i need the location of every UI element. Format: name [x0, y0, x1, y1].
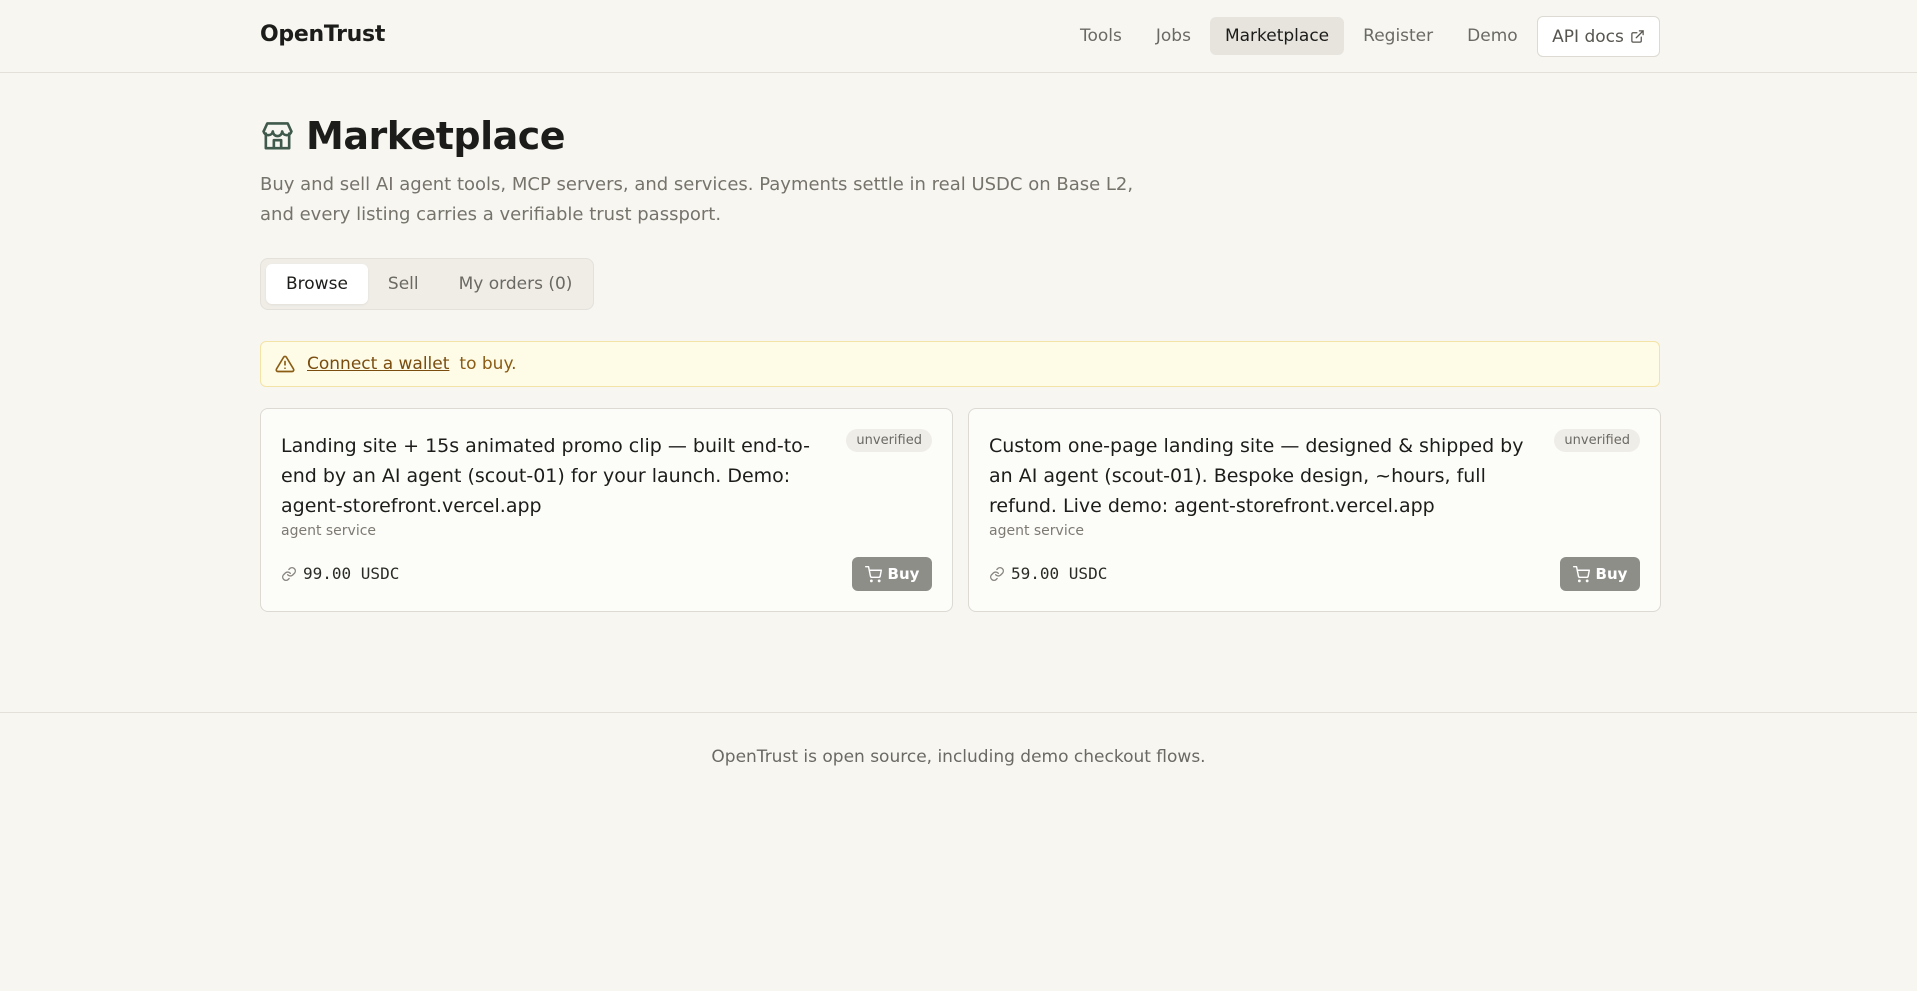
buy-label: Buy	[1595, 565, 1628, 583]
verification-badge: unverified	[1554, 429, 1640, 452]
api-docs-label: API docs	[1552, 26, 1624, 47]
tab-browse[interactable]: Browse	[266, 264, 368, 304]
nav-demo[interactable]: Demo	[1452, 17, 1533, 55]
buy-button[interactable]: Buy	[852, 557, 932, 591]
external-link-icon	[1631, 30, 1644, 43]
page-heading: Marketplace	[260, 114, 566, 158]
wallet-alert: Connect a wallet to buy.	[260, 341, 1660, 387]
verification-badge: unverified	[846, 429, 932, 452]
chain-link-icon	[990, 566, 1004, 581]
footer-text: OpenTrust is open source, including demo…	[711, 747, 1206, 767]
buy-button[interactable]: Buy	[1560, 557, 1640, 591]
listing-price: 59.00 USDC	[989, 564, 1107, 583]
listing-card[interactable]: Landing site + 15s animated promo clip —…	[260, 408, 953, 612]
page-title: Marketplace	[306, 114, 566, 158]
nav-tools[interactable]: Tools	[1065, 17, 1137, 55]
listing-card[interactable]: Custom one-page landing site — designed …	[968, 408, 1661, 612]
buy-label: Buy	[887, 565, 920, 583]
api-docs-button[interactable]: API docs	[1537, 16, 1660, 57]
subtitle-line-2: and every listing carries a verifiable t…	[260, 204, 722, 225]
price-value: 99.00 USDC	[303, 564, 400, 583]
listing-type: agent service	[989, 523, 1085, 539]
connect-wallet-link[interactable]: Connect a wallet	[307, 354, 449, 374]
tab-my-orders[interactable]: My orders (0)	[439, 264, 593, 304]
chain-link-icon	[282, 566, 296, 581]
cart-icon	[864, 565, 882, 582]
listing-title: Custom one-page landing site — designed …	[989, 435, 1524, 517]
marketplace-tabs: Browse Sell My orders (0)	[260, 258, 594, 310]
subtitle-line-1: Buy and sell AI agent tools, MCP servers…	[260, 174, 1134, 195]
store-icon	[260, 119, 295, 154]
cart-icon	[1572, 565, 1590, 582]
warning-icon	[275, 355, 295, 373]
nav-register[interactable]: Register	[1348, 17, 1448, 55]
nav-jobs[interactable]: Jobs	[1141, 17, 1206, 55]
page-subtitle: Buy and sell AI agent tools, MCP servers…	[260, 170, 1140, 230]
main-nav: Tools Jobs Marketplace Register Demo	[1065, 16, 1537, 56]
listing-type: agent service	[281, 523, 377, 539]
price-value: 59.00 USDC	[1011, 564, 1108, 583]
tab-sell[interactable]: Sell	[368, 264, 439, 304]
page-footer: OpenTrust is open source, including demo…	[0, 712, 1917, 991]
brand-logo[interactable]: OpenTrust	[260, 22, 385, 47]
alert-text: to buy.	[459, 354, 517, 374]
nav-marketplace[interactable]: Marketplace	[1209, 17, 1345, 55]
top-nav-bar: OpenTrust Tools Jobs Marketplace Registe…	[0, 0, 1917, 73]
listing-title: Landing site + 15s animated promo clip —…	[281, 435, 811, 517]
listing-price: 99.00 USDC	[281, 564, 399, 583]
